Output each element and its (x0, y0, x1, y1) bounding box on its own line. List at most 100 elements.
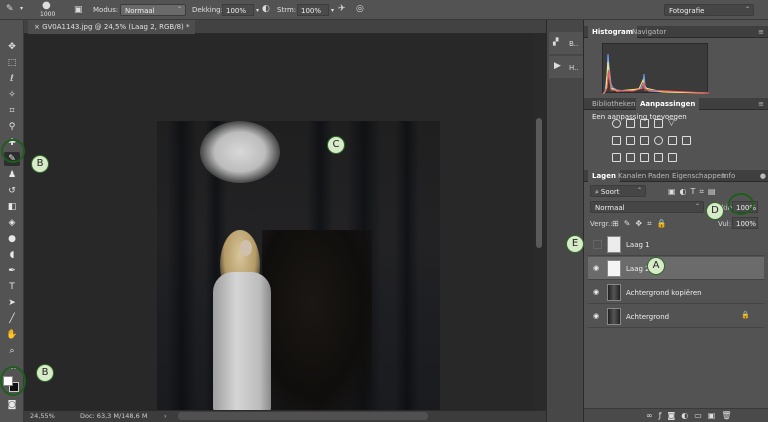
eye-icon[interactable]: ◉ (593, 288, 599, 296)
layers-tabs: Lagen Kanalen Paden Eigenschappen Info ● (584, 170, 768, 182)
color-lookup-icon[interactable] (682, 136, 691, 145)
marquee-tool-icon[interactable]: ⬚ (4, 56, 20, 70)
eye-icon[interactable]: ◉ (593, 312, 599, 320)
lock-icon: 🔒 (741, 311, 750, 319)
layer-action-icons[interactable]: ∞ƒ◙◐▭▣🗑 (646, 411, 738, 420)
opacity-caret-icon[interactable]: ▾ (256, 6, 259, 16)
mode-select[interactable]: Normaal ⌃ (120, 4, 186, 16)
tab-adjustments[interactable]: Aanpassingen (636, 98, 700, 110)
photo-filter-icon[interactable] (654, 136, 663, 145)
status-arrow-icon[interactable]: › (164, 412, 167, 420)
black-white-icon[interactable] (640, 136, 649, 145)
horizontal-scrollbar[interactable] (178, 412, 428, 420)
tab-navigator[interactable]: Navigator (628, 26, 670, 38)
layer-row[interactable]: ◉ Laag 2 (588, 257, 764, 280)
pressure-opacity-icon[interactable]: ◐ (262, 4, 270, 14)
fill-label: Vul: (718, 220, 732, 228)
tab-info[interactable]: Info (718, 170, 739, 182)
dodge-tool-icon[interactable]: ◖ (4, 248, 20, 262)
lasso-tool-icon[interactable]: ℓ (4, 72, 20, 86)
face-figure (240, 240, 252, 256)
marker-c: C (327, 136, 345, 154)
opacity-field[interactable]: 100% (222, 4, 254, 16)
layer-thumbnail (607, 236, 621, 253)
move-tool-icon[interactable]: ✥ (4, 40, 20, 54)
selective-color-icon[interactable] (668, 153, 677, 162)
hue-saturation-icon[interactable] (612, 136, 621, 145)
visibility-toggle[interactable] (593, 240, 602, 249)
dock-history-button[interactable]: ▶ H.. (549, 56, 583, 78)
document-tab[interactable]: × GV0A1143.jpg @ 24,5% (Laag 2, RGB/8) * (28, 20, 196, 34)
zoom-readout[interactable]: 24,55% (30, 412, 55, 420)
color-balance-icon[interactable] (626, 136, 635, 145)
horse-figure (262, 230, 372, 412)
brush-preset-icon[interactable]: ● (42, 1, 51, 11)
layer-kind-filter[interactable]: ⌕ Soort ⌃ (590, 185, 646, 197)
history-brush-tool-icon[interactable]: ↺ (4, 184, 20, 198)
brightness-icon[interactable] (612, 119, 621, 128)
quick-mask-icon[interactable]: ◙ (4, 398, 20, 412)
play-icon: ▶ (554, 61, 561, 71)
histogram-tabs: Histogram Navigator ≡ (584, 26, 768, 38)
opacity-label: Dekking: (192, 6, 223, 14)
levels-icon[interactable] (626, 119, 635, 128)
channel-mixer-icon[interactable] (668, 136, 677, 145)
layer-row[interactable]: ◉ Achtergrond 🔒 (588, 305, 764, 328)
filter-icons[interactable]: ▣◐T⌗▤ (668, 187, 720, 197)
document-tab-title: GV0A1143.jpg @ 24,5% (Laag 2, RGB/8) * (42, 23, 190, 31)
tab-libraries[interactable]: Bibliotheken (588, 98, 639, 110)
blur-tool-icon[interactable]: ● (4, 232, 20, 246)
panel-menu-icon[interactable]: ● (760, 172, 766, 180)
marker-d: D (706, 202, 724, 220)
layer-name[interactable]: Achtergrond (626, 313, 669, 321)
options-bar: ✎ ▾ ● 1000 ▣ Modus: Normaal ⌃ Dekking: 10… (0, 0, 768, 20)
layer-row[interactable]: ◉ Achtergrond kopiëren (588, 281, 764, 304)
layer-thumbnail (607, 284, 621, 301)
layer-row[interactable]: Laag 1 (588, 233, 764, 256)
workspace-select[interactable]: Fotografie ⌃ (664, 4, 754, 16)
lock-icons[interactable]: ⊞✎✥⌗🔒 (612, 219, 672, 229)
pen-tool-icon[interactable]: ✒ (4, 264, 20, 278)
crop-tool-icon[interactable]: ⌗ (4, 104, 20, 118)
airbrush-icon[interactable]: ✈ (338, 4, 346, 14)
exposure-icon[interactable] (654, 119, 663, 128)
brush-size: 1000 (40, 11, 56, 18)
panel-menu-icon[interactable]: ≡ (758, 28, 764, 36)
layer-name[interactable]: Achtergrond kopiëren (626, 289, 702, 297)
eye-icon[interactable]: ◉ (593, 264, 599, 272)
lock-label: Vergr.: (590, 220, 613, 228)
line-tool-icon[interactable]: ╱ (4, 312, 20, 326)
moon-glow (200, 121, 280, 183)
brush-panel-icon[interactable]: ▣ (74, 5, 83, 15)
gradient-map-icon[interactable] (654, 153, 663, 162)
flow-caret-icon[interactable]: ▾ (331, 6, 334, 16)
marker-a: A (647, 257, 665, 275)
layer-fill-field[interactable]: 100% (732, 217, 758, 229)
close-icon[interactable]: × (34, 23, 42, 31)
posterize-icon[interactable] (626, 153, 635, 162)
layer-name[interactable]: Laag 1 (626, 241, 650, 249)
dock-brush-button[interactable]: ▞ B.. (549, 32, 583, 54)
threshold-icon[interactable] (640, 153, 649, 162)
scroll-thumb[interactable] (536, 118, 542, 248)
curves-icon[interactable] (640, 119, 649, 128)
dropdown-caret-icon[interactable]: ▾ (20, 4, 23, 14)
flow-field[interactable]: 100% (297, 4, 329, 16)
clone-stamp-tool-icon[interactable]: ♟ (4, 168, 20, 182)
type-tool-icon[interactable]: T (4, 280, 20, 294)
zoom-tool-icon[interactable]: ⌕ (4, 344, 20, 358)
vertical-scrollbar[interactable] (533, 34, 546, 410)
blend-mode-select[interactable]: Normaal ⌃ (590, 201, 704, 213)
paint-bucket-tool-icon[interactable]: ◈ (4, 216, 20, 230)
pressure-size-icon[interactable]: ◎ (356, 4, 364, 14)
eyedropper-tool-icon[interactable]: ⚲ (4, 120, 20, 134)
doc-info: Doc: 63,3 M/148,6 M (80, 412, 148, 420)
path-select-tool-icon[interactable]: ➤ (4, 296, 20, 310)
invert-icon[interactable] (612, 153, 621, 162)
quick-select-tool-icon[interactable]: ✧ (4, 88, 20, 102)
panel-menu-icon[interactable]: ≡ (758, 100, 764, 108)
hand-tool-icon[interactable]: ✋ (4, 328, 20, 342)
eraser-tool-icon[interactable]: ◧ (4, 200, 20, 214)
brush-tool-icon[interactable]: ✎ (6, 4, 14, 14)
vibrance-icon[interactable]: ▽ (668, 119, 677, 128)
